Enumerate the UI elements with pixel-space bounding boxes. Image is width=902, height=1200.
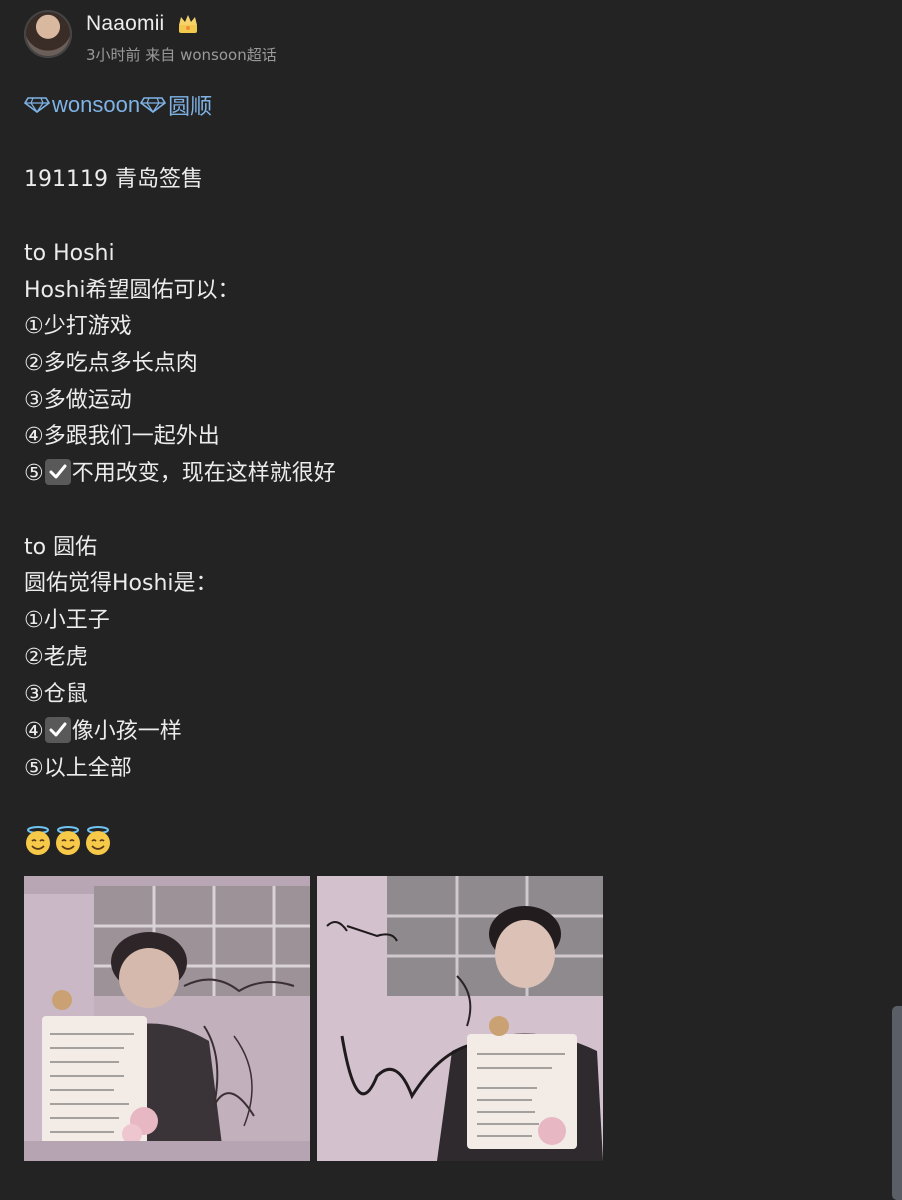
list-number: ⑤ bbox=[24, 461, 44, 486]
username[interactable]: Naaomii bbox=[86, 12, 164, 36]
topic-suffix: 圆顺 bbox=[168, 94, 213, 119]
list-item: ①小王子 bbox=[24, 608, 110, 633]
list-item: ①少打游戏 bbox=[24, 314, 132, 339]
list-item: ③仓鼠 bbox=[24, 682, 88, 707]
post-image-1[interactable] bbox=[24, 876, 310, 1161]
diamond-icon bbox=[24, 97, 50, 113]
emoji-row bbox=[24, 826, 112, 858]
list-item: ⑤以上全部 bbox=[24, 756, 132, 781]
avatar[interactable] bbox=[24, 10, 72, 58]
topic-name: wonsoon bbox=[52, 92, 141, 117]
list-text: 不用改变，现在这样就很好 bbox=[71, 461, 336, 486]
list-item: ③多做运动 bbox=[24, 388, 132, 413]
smiling-face-with-halo-icon bbox=[26, 826, 50, 855]
crown-icon bbox=[179, 15, 197, 33]
list-item-checked: ⑤ 不用改变，现在这样就很好 bbox=[24, 459, 336, 489]
list-number: ④ bbox=[24, 719, 44, 744]
check-mark-icon bbox=[44, 459, 71, 485]
post-header: Naaomii 3小时前 来自 wonsoon超话 bbox=[24, 10, 884, 64]
list-item: ④多跟我们一起外出 bbox=[24, 424, 220, 449]
section-intro: 圆佑觉得Hoshi是： bbox=[24, 571, 218, 596]
post-meta: 3小时前 来自 wonsoon超话 bbox=[86, 46, 277, 64]
smiling-face-with-halo-icon bbox=[86, 826, 110, 855]
diamond-icon bbox=[140, 97, 167, 113]
post-image-2[interactable] bbox=[317, 876, 603, 1161]
list-text: 像小孩一样 bbox=[71, 719, 182, 744]
scrollbar[interactable] bbox=[892, 1006, 902, 1200]
list-item: ②老虎 bbox=[24, 645, 88, 670]
super-topic-link[interactable]: wonsoon 圆顺 bbox=[24, 90, 212, 120]
signed-photo-card bbox=[24, 876, 310, 1161]
check-mark-icon bbox=[44, 717, 71, 743]
section-heading: to Hoshi bbox=[24, 241, 115, 266]
section-intro: Hoshi希望圆佑可以： bbox=[24, 278, 240, 303]
list-item-checked: ④ 像小孩一样 bbox=[24, 717, 182, 747]
section-heading: to 圆佑 bbox=[24, 535, 98, 560]
list-item: ②多吃点多长点肉 bbox=[24, 351, 198, 376]
signed-photo-card bbox=[317, 876, 603, 1161]
post-date-line: 191119 青岛签售 bbox=[24, 167, 203, 192]
smiling-face-with-halo-icon bbox=[56, 826, 80, 855]
